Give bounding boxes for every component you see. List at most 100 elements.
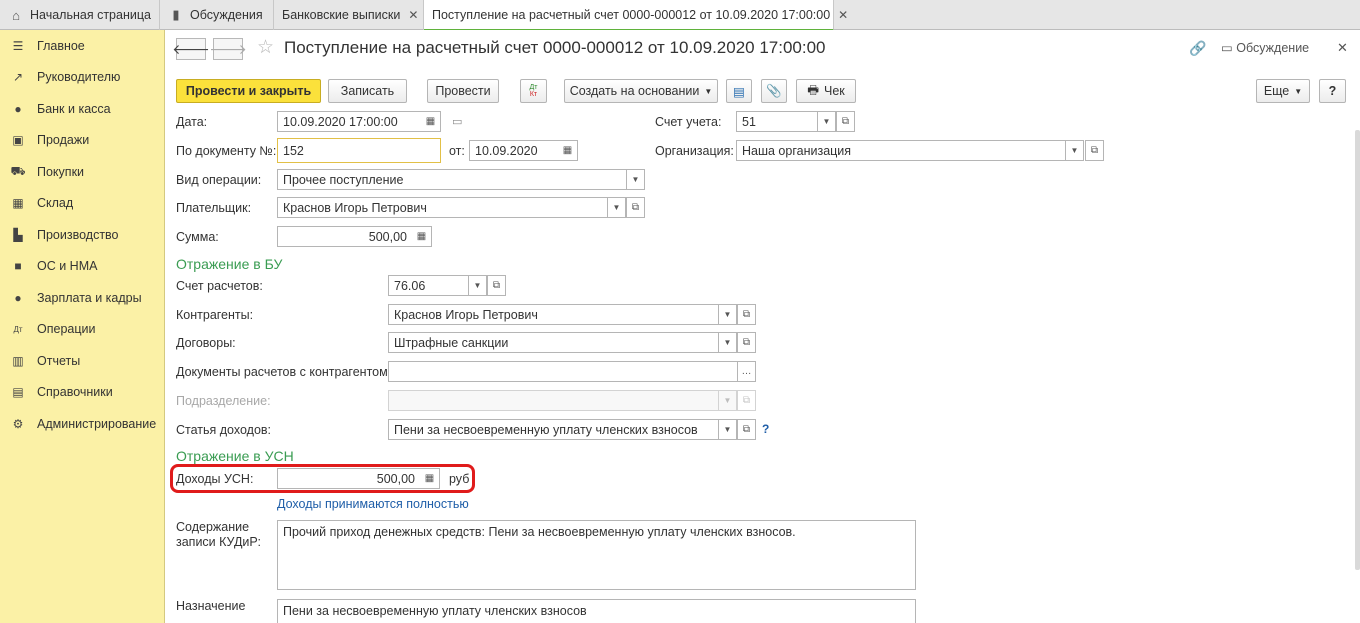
counterparties-field[interactable]: Краснов Игорь Петрович: [388, 304, 719, 325]
kudir-textarea[interactable]: Прочий приход денежных средств: Пени за …: [277, 520, 916, 590]
settlement-account-dropdown[interactable]: ▼: [468, 275, 487, 296]
doc-number-field[interactable]: 152: [277, 138, 441, 163]
section-title-usn: Отражение в УСН: [176, 448, 294, 464]
open-icon: ⧉: [742, 309, 751, 320]
sidebar-item-catalogs[interactable]: ▤ Справочники: [0, 380, 165, 404]
sidebar-item-purchases[interactable]: ⛟ Покупки: [0, 160, 165, 184]
menu-icon: ☰: [12, 39, 24, 53]
open-icon: ⧉: [742, 337, 751, 348]
close-icon[interactable]: ✕: [1337, 40, 1348, 56]
account-label: Счет учета:: [655, 115, 722, 129]
scrollbar[interactable]: [1355, 130, 1360, 570]
counterparties-dropdown[interactable]: ▼: [718, 304, 737, 325]
contracts-open-button[interactable]: ⧉: [737, 332, 756, 353]
settlement-account-open-button[interactable]: ⧉: [487, 275, 506, 296]
account-open-button[interactable]: ⧉: [836, 111, 855, 132]
discussion-button[interactable]: ▭ Обсуждение: [1221, 40, 1309, 55]
doc-info-icon[interactable]: ▭: [452, 115, 462, 128]
sum-field[interactable]: 500,00 ▦: [277, 226, 432, 247]
income-item-dropdown[interactable]: ▼: [718, 419, 737, 440]
settlement-account-field[interactable]: 76.06: [388, 275, 471, 296]
payer-field[interactable]: Краснов Игорь Петрович: [277, 197, 608, 218]
back-button[interactable]: 🡐: [172, 38, 210, 60]
organization-field[interactable]: Наша организация: [736, 140, 1069, 161]
close-icon[interactable]: ✕: [838, 8, 848, 22]
sidebar-item-salary[interactable]: ● Зарплата и кадры: [0, 286, 165, 310]
link-icon[interactable]: 🔗: [1189, 40, 1206, 57]
create-based-on-button[interactable]: Создать на основании ▼: [564, 79, 718, 103]
account-dropdown[interactable]: ▼: [817, 111, 836, 132]
post-button[interactable]: Провести: [427, 79, 499, 103]
arrow-right-icon: 🡒: [209, 40, 247, 57]
sidebar-item-admin[interactable]: ⚙ Администрирование: [0, 412, 165, 436]
income-item-open-button[interactable]: ⧉: [737, 419, 756, 440]
sidebar-item-reports[interactable]: ▥ Отчеты: [0, 349, 165, 373]
usn-income-label: Доходы УСН:: [176, 472, 254, 486]
organization-open-button[interactable]: ⧉: [1085, 140, 1104, 161]
calculator-icon[interactable]: ▦: [422, 471, 437, 486]
calendar-icon[interactable]: ▦: [560, 143, 575, 158]
contracts-dropdown[interactable]: ▼: [718, 332, 737, 353]
bar-chart-icon: ▥: [12, 354, 24, 368]
star-icon[interactable]: ☆: [257, 36, 274, 59]
date-field[interactable]: 10.09.2020 17:00:00 ▦: [277, 111, 441, 132]
help-button[interactable]: ?: [1319, 79, 1346, 103]
payer-dropdown[interactable]: ▼: [607, 197, 626, 218]
operation-type-field[interactable]: Прочее поступление: [277, 169, 627, 190]
calendar-icon[interactable]: ▦: [423, 114, 438, 129]
sidebar-item-label: Операции: [37, 322, 96, 336]
sidebar-item-management[interactable]: ↗ Руководителю: [0, 65, 165, 89]
ellipsis-icon: …: [741, 366, 752, 377]
save-button[interactable]: Записать: [328, 79, 407, 103]
forward-button[interactable]: 🡒: [209, 38, 247, 60]
chevron-down-icon: ▼: [723, 310, 732, 319]
sidebar-item-main[interactable]: ☰ Главное: [0, 34, 165, 58]
close-icon[interactable]: ✕: [408, 8, 418, 22]
sidebar-item-label: Администрирование: [37, 417, 157, 431]
sidebar-item-operations[interactable]: Дт Операции: [0, 317, 165, 341]
sidebar-item-fixed-assets[interactable]: ■ ОС и НМА: [0, 254, 165, 278]
calculator-icon[interactable]: ▦: [414, 229, 429, 244]
settlement-docs-select-button[interactable]: …: [737, 361, 756, 382]
settlement-docs-field[interactable]: [388, 361, 738, 382]
kudir-label-line1: Содержание: [176, 520, 250, 534]
person-icon: ●: [14, 291, 22, 305]
chevron-down-icon: ▼: [723, 425, 732, 434]
operation-type-dropdown[interactable]: ▼: [626, 169, 645, 190]
contracts-label: Договоры:: [176, 336, 236, 350]
account-field[interactable]: 51: [736, 111, 820, 132]
tab-bank-statements[interactable]: Банковские выписки ✕: [274, 0, 424, 30]
settlement-account-label: Счет расчетов:: [176, 279, 263, 293]
purpose-textarea[interactable]: Пени за несвоевременную уплату членских …: [277, 599, 916, 623]
help-question-icon[interactable]: ?: [762, 422, 769, 436]
sidebar-item-sales[interactable]: ▣ Продажи: [0, 128, 165, 152]
arrow-left-icon: 🡐: [172, 40, 210, 57]
check-button[interactable]: 🖶 Чек: [796, 79, 856, 103]
dt-kt-button[interactable]: Дт Кт: [520, 79, 547, 103]
dt-kt-icon: Дт: [13, 324, 23, 334]
factory-icon: ▙: [13, 228, 23, 242]
more-button[interactable]: Еще ▼: [1256, 79, 1310, 103]
organization-dropdown[interactable]: ▼: [1065, 140, 1084, 161]
income-item-field[interactable]: Пени за несвоевременную уплату членских …: [388, 419, 719, 440]
attach-button[interactable]: 📎: [761, 79, 787, 103]
tab-discussions[interactable]: ▮ Обсуждения: [160, 0, 274, 30]
usn-income-mode-link[interactable]: Доходы принимаются полностью: [277, 497, 469, 511]
post-and-close-button[interactable]: Провести и закрыть: [176, 79, 321, 103]
print-button[interactable]: ▤: [726, 79, 752, 103]
contracts-field[interactable]: Штрафные санкции: [388, 332, 719, 353]
create-based-label: Создать на основании: [569, 84, 700, 98]
sidebar-item-label: Покупки: [37, 165, 85, 179]
payer-open-button[interactable]: ⧉: [626, 197, 645, 218]
chevron-down-icon: ▼: [822, 117, 831, 126]
sidebar-item-production[interactable]: ▙ Производство: [0, 223, 165, 247]
sidebar-item-bank[interactable]: ● Банк и касса: [0, 97, 165, 121]
income-item-label: Статья доходов:: [176, 423, 272, 437]
tab-receipt-document[interactable]: Поступление на расчетный счет 0000-00001…: [424, 0, 848, 31]
from-date-field[interactable]: 10.09.2020 ▦: [469, 140, 578, 161]
from-date-value: 10.09.2020: [475, 143, 538, 158]
usn-income-field[interactable]: 500,00 ▦: [277, 468, 440, 489]
tab-home[interactable]: ⌂ Начальная страница: [0, 0, 160, 30]
sidebar-item-warehouse[interactable]: ▦ Склад: [0, 191, 165, 215]
counterparties-open-button[interactable]: ⧉: [737, 304, 756, 325]
